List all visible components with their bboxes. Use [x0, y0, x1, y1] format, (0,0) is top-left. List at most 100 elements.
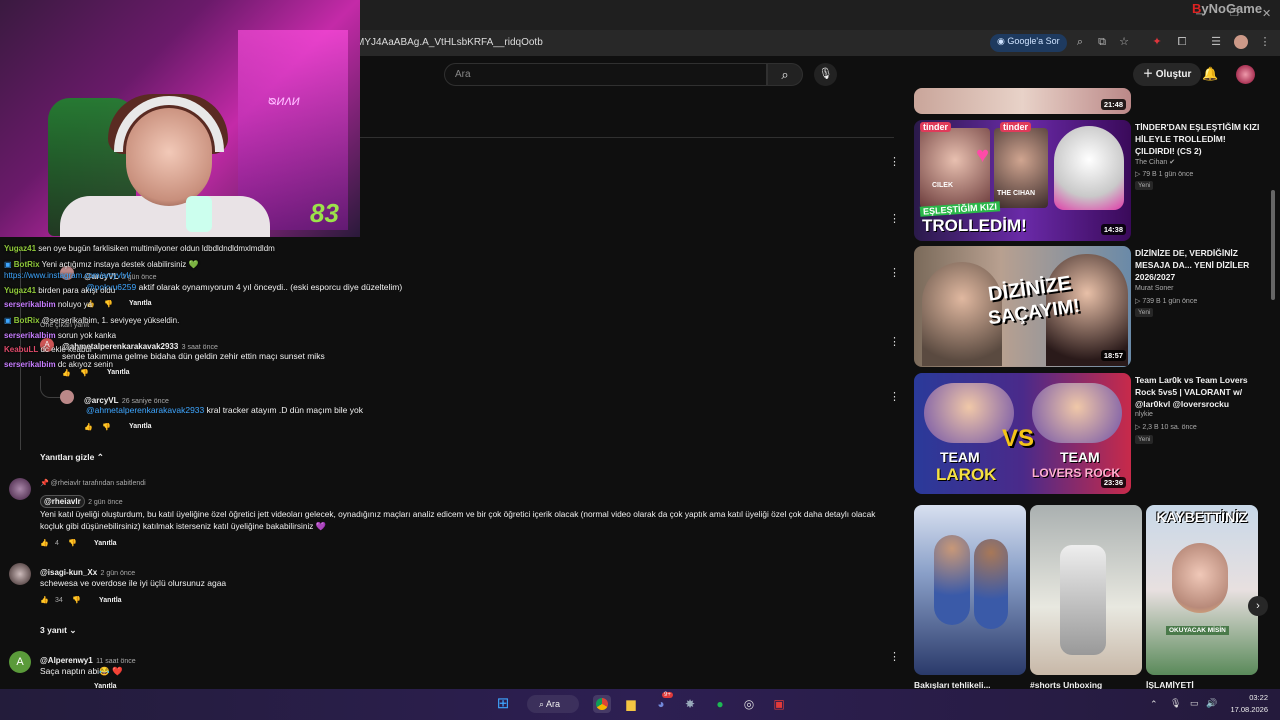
- chat-link[interactable]: https://www.instagram.com/arcyvlvl/: [4, 271, 131, 281]
- video-thumbnail[interactable]: 21:48: [914, 88, 1131, 114]
- like-icon[interactable]: 👍: [40, 596, 49, 604]
- network-icon[interactable]: ▭: [1190, 698, 1199, 709]
- extensions-puzzle-icon[interactable]: ⧠: [1175, 35, 1189, 49]
- channel-name[interactable]: The Cihan ✔: [1135, 158, 1175, 166]
- avatar[interactable]: A: [9, 651, 31, 673]
- obs-icon[interactable]: ◎: [740, 695, 758, 713]
- create-button[interactable]: ＋ Oluştur: [1133, 63, 1202, 86]
- short-thumbnail[interactable]: [1030, 505, 1142, 675]
- comment-time[interactable]: 26 saniye önce: [122, 398, 169, 405]
- comment-author[interactable]: @Alperenwy1: [40, 656, 93, 665]
- mention-link[interactable]: @ahmetalperenkarakavak2933: [86, 405, 204, 415]
- chat-message: Yugaz41 birden para akışı oldu: [4, 286, 116, 295]
- like-icon[interactable]: 👍: [40, 539, 49, 547]
- show-replies-button[interactable]: 3 yanıt ⌄: [40, 625, 76, 636]
- comment-header: @isagi-kun_Xx 2 gün önce: [40, 564, 135, 578]
- like-icon[interactable]: 👍: [84, 423, 93, 431]
- extension-red-icon[interactable]: ✦: [1150, 35, 1164, 49]
- video-title[interactable]: TİNDER'DAN EŞLEŞTİĞİM KIZI HİLEYLE TROLL…: [1135, 121, 1260, 157]
- channel-name[interactable]: Murat Soner: [1135, 285, 1174, 292]
- search-icon: ⌕: [539, 699, 547, 709]
- comment-author[interactable]: @isagi-kun_Xx: [40, 568, 97, 577]
- spotify-icon[interactable]: ●: [711, 695, 729, 713]
- more-actions-icon[interactable]: ⋮: [889, 335, 900, 348]
- url-text[interactable]: MYJ4AaABAg.A_VtHLsbKRFA__ridqOotb: [356, 37, 543, 48]
- app-icon[interactable]: ✸: [681, 695, 699, 713]
- comment-time[interactable]: 3 saat önce: [182, 344, 218, 351]
- video-thumbnail[interactable]: VS TEAM LAROK TEAM LOVERS ROCK 23:36: [914, 373, 1131, 494]
- cup: [186, 196, 212, 232]
- minimize-icon[interactable]: ─: [1196, 9, 1203, 20]
- video-title[interactable]: DİZİNİZE DE, VERDİĞİNİZ MESAJA DA... YEN…: [1135, 247, 1260, 283]
- video-duration: 14:38: [1100, 224, 1126, 235]
- like-icon[interactable]: 👍: [62, 369, 71, 377]
- taskbar-search[interactable]: ⌕ Ara: [527, 695, 579, 713]
- short-thumbnail[interactable]: KAYBETTİNİZ OKUYACAK MİSİN: [1146, 505, 1258, 675]
- search-input[interactable]: Ara: [444, 63, 767, 86]
- video-meta: ▷ 2,3 B 10 sa. önce: [1135, 424, 1197, 431]
- reply-button[interactable]: Yanıtla: [94, 540, 117, 547]
- zoom-icon[interactable]: ⌕: [1073, 35, 1087, 49]
- shorts-next-button[interactable]: ›: [1248, 596, 1268, 616]
- comment-time[interactable]: 2 gün önce: [88, 499, 123, 506]
- thumbnail-caption: OKUYACAK MİSİN: [1166, 626, 1229, 635]
- mic-tray-icon[interactable]: 🎙: [1170, 698, 1181, 709]
- avatar[interactable]: [9, 563, 31, 585]
- comment-text: Saça naptın abi😂 ❤️: [40, 666, 123, 676]
- more-actions-icon[interactable]: ⋮: [889, 155, 900, 168]
- video-title[interactable]: Team Lar0k vs Team Lovers Rock 5vs5 | VA…: [1135, 374, 1260, 410]
- channel-name[interactable]: nlykie: [1135, 411, 1153, 418]
- video-thumbnail[interactable]: tinder tinder ♥ CILEK THE CIHAN EŞLEŞTİĞ…: [914, 120, 1131, 241]
- google-ask-button[interactable]: ◉ Google'a Sor: [990, 34, 1067, 52]
- hide-replies-button[interactable]: Yanıtları gizle ⌃: [40, 452, 104, 463]
- comment-text-line-2: koçluk gibi düşünebilirsiniz) katılmak i…: [40, 521, 327, 531]
- comment-author[interactable]: @rheiavlr: [40, 495, 85, 508]
- close-icon[interactable]: ✕: [1262, 7, 1271, 20]
- dislike-icon[interactable]: 👎: [104, 300, 113, 308]
- thumbnail-caption: KAYBETTİNİZ: [1156, 509, 1248, 525]
- maximize-icon[interactable]: ❐: [1230, 8, 1239, 19]
- reading-list-icon[interactable]: ☰: [1209, 35, 1223, 49]
- more-actions-icon[interactable]: ⋮: [889, 212, 900, 225]
- profile-avatar-icon[interactable]: [1234, 35, 1248, 49]
- page-scrollbar[interactable]: [1271, 190, 1275, 300]
- search-button[interactable]: ⌕: [767, 63, 803, 86]
- comment-text: @ahmetalperenkarakavak2933 kral tracker …: [86, 405, 363, 415]
- video-thumbnail[interactable]: DİZİNİZE SAÇAYIM! 18:57: [914, 246, 1131, 367]
- chat-message: serserikalbim sorun yok kanka: [4, 331, 117, 340]
- browser-menu-icon[interactable]: ⋮: [1258, 35, 1272, 49]
- comment-time[interactable]: 2 gün önce: [101, 570, 136, 577]
- voice-search-button[interactable]: 🎙: [814, 63, 837, 86]
- windows-start-icon[interactable]: ⊞: [494, 695, 512, 713]
- reply-button[interactable]: Yanıtla: [129, 423, 152, 430]
- comment-time[interactable]: 11 saat önce: [96, 658, 136, 665]
- dislike-icon[interactable]: 👎: [80, 369, 89, 377]
- chevron-up-icon[interactable]: ⌃: [1150, 699, 1158, 710]
- app-red-icon[interactable]: ▣: [770, 695, 788, 713]
- dislike-icon[interactable]: 👎: [72, 596, 81, 604]
- more-actions-icon[interactable]: ⋮: [889, 390, 900, 403]
- clock-time[interactable]: 03:22: [1228, 693, 1268, 702]
- avatar[interactable]: [9, 478, 31, 500]
- more-actions-icon[interactable]: ⋮: [889, 266, 900, 279]
- notifications-bell-icon[interactable]: 🔔: [1202, 66, 1218, 82]
- dislike-icon[interactable]: 👎: [102, 423, 111, 431]
- file-explorer-icon[interactable]: ▆: [622, 695, 640, 713]
- install-app-icon[interactable]: ⧉: [1095, 35, 1109, 49]
- reply-button[interactable]: Yanıtla: [99, 597, 122, 604]
- chrome-icon[interactable]: [593, 695, 611, 713]
- short-thumbnail[interactable]: [914, 505, 1026, 675]
- like-count: 4: [55, 540, 59, 547]
- reply-button[interactable]: Yanıtla: [129, 300, 152, 307]
- reply-button[interactable]: Yanıtla: [107, 369, 130, 376]
- clock-date[interactable]: 17.08.2026: [1228, 705, 1268, 714]
- volume-icon[interactable]: 🔊: [1206, 698, 1217, 709]
- more-actions-icon[interactable]: ⋮: [889, 650, 900, 663]
- avatar[interactable]: [60, 390, 74, 404]
- bookmark-star-icon[interactable]: ☆: [1117, 35, 1131, 49]
- comment-author[interactable]: @arcyVL: [84, 396, 118, 405]
- dislike-icon[interactable]: 👎: [68, 539, 77, 547]
- chevron-down-icon: ⌄: [69, 625, 77, 635]
- tinder-tag: tinder: [920, 122, 952, 132]
- account-avatar[interactable]: [1236, 65, 1255, 84]
